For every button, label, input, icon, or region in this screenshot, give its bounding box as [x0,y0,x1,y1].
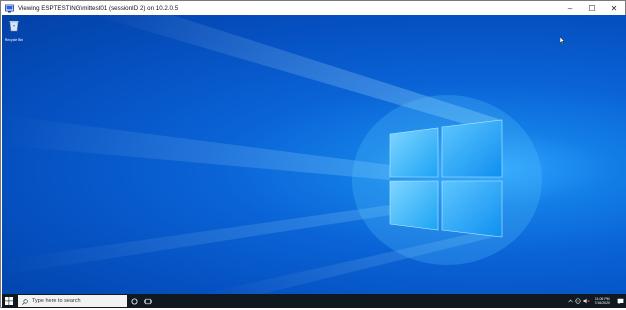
cortana-circle-icon [131,298,137,304]
speaker-muted-icon [583,298,590,304]
window-title: Viewing ESPTESTING\mittest01 (sessionID … [18,4,179,12]
recycle-bin-icon [8,19,20,37]
title-bar[interactable]: Viewing ESPTESTING\mittest01 (sessionID … [1,1,625,15]
remote-desktop[interactable]: Recycle Bin [2,15,626,294]
remote-viewer-window: Viewing ESPTESTING\mittest01 (sessionID … [0,0,626,308]
network-tray-button[interactable] [574,294,582,308]
viewer-app-icon [5,4,14,13]
show-hidden-icons-button[interactable] [566,294,574,308]
action-center-button[interactable] [614,294,626,308]
clock-date: 7/16/2020 [594,301,610,305]
volume-tray-button[interactable] [582,294,590,308]
task-view-button[interactable] [141,294,155,308]
windows-start-icon [5,297,13,305]
chevron-up-icon [568,299,573,303]
mouse-pointer-icon [559,31,565,49]
system-tray: 11:06 PM 7/16/2020 [566,294,626,308]
taskbar-search-box[interactable]: Type here to search [18,295,127,307]
maximize-button[interactable]: ☐ [581,1,603,15]
taskbar: Type here to search 11:06 PM 7/16/2020 [2,294,626,308]
minimize-button[interactable]: – [559,1,581,15]
recycle-bin-shortcut[interactable]: Recycle Bin [4,19,24,42]
start-button[interactable] [2,294,16,308]
notification-icon [617,298,623,304]
search-icon [22,292,28,310]
recycle-bin-label: Recycle Bin [4,38,24,42]
close-button[interactable]: ✕ [603,1,625,15]
taskbar-clock[interactable]: 11:06 PM 7/16/2020 [594,297,610,306]
cortana-button[interactable] [127,294,141,308]
task-view-icon [144,298,152,304]
wallpaper-light-beams [2,15,542,294]
search-placeholder: Type here to search [32,298,81,304]
window-controls: – ☐ ✕ [559,1,625,15]
network-icon [575,298,582,304]
